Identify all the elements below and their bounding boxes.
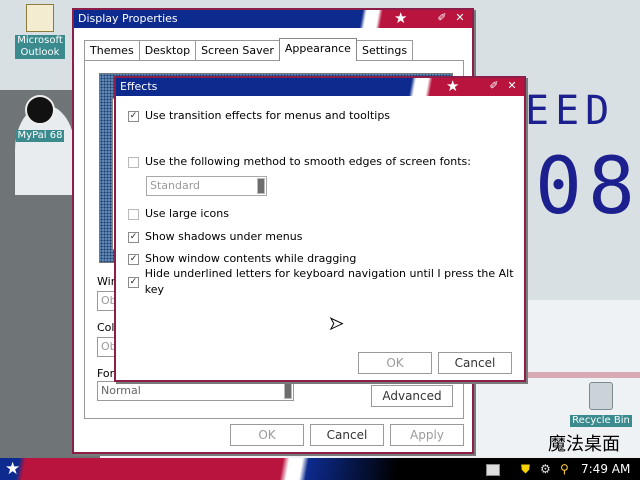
option-large-icons[interactable]: Use large icons: [128, 206, 229, 222]
effects-titlebar[interactable]: Effects ★ ✐ ✕: [116, 77, 524, 96]
apply-button[interactable]: Apply: [390, 424, 464, 446]
close-icon[interactable]: ✕: [506, 80, 518, 92]
taskbar-clock[interactable]: 7:49 AM: [581, 461, 630, 477]
option-label: Use the following method to smooth edges…: [145, 155, 471, 168]
display-properties-titlebar[interactable]: Display Properties ★ ✐ ✕: [74, 9, 472, 28]
option-hide-underlines[interactable]: ✓ Hide underlined letters for keyboard n…: [128, 267, 524, 296]
checkbox-drag-contents[interactable]: ✓: [128, 253, 139, 265]
cancel-button[interactable]: Cancel: [310, 424, 384, 446]
option-smooth-fonts[interactable]: Use the following method to smooth edges…: [128, 154, 471, 170]
dropdown-grip-icon[interactable]: [284, 383, 292, 399]
dropdown-grip-icon[interactable]: [257, 178, 265, 194]
help-button-icon[interactable]: ✐: [436, 12, 448, 24]
recycle-bin-label: Recycle Bin: [570, 415, 632, 427]
wallpaper-text-eed: EED: [525, 88, 616, 134]
start-star-icon[interactable]: ★: [5, 459, 20, 479]
ok-button[interactable]: OK: [230, 424, 304, 446]
search-icon[interactable]: ⚲: [560, 461, 569, 477]
network-icon[interactable]: ⚙: [540, 461, 551, 477]
star-icon: ★: [446, 77, 460, 95]
option-menu-shadows[interactable]: ✓ Show shadows under menus: [128, 229, 302, 245]
window-title: Display Properties: [78, 12, 178, 25]
tab-screen-saver[interactable]: Screen Saver: [195, 40, 280, 61]
advanced-button[interactable]: Advanced: [371, 385, 453, 407]
outlook-label-line1: Microsoft: [17, 35, 63, 46]
taskbar: ★ ⛊ ⚙ ⚲ 7:49 AM: [0, 458, 640, 480]
desktop-icon-outlook[interactable]: Microsoft Outlook: [10, 4, 70, 59]
outlook-label-line2: Outlook: [20, 47, 60, 58]
smoothing-method-value: Standard: [150, 179, 201, 192]
wallpaper-text-year: 08: [535, 142, 640, 232]
tab-themes[interactable]: Themes: [84, 40, 140, 61]
desktop-icon-recycle-bin[interactable]: Recycle Bin: [570, 382, 632, 427]
option-label: Use large icons: [145, 207, 229, 220]
option-label: Show shadows under menus: [145, 230, 303, 243]
option-label: Show window contents while dragging: [145, 252, 357, 265]
smoothing-method-select[interactable]: Standard: [146, 176, 267, 196]
option-transition-effects[interactable]: ✓ Use transition effects for menus and t…: [128, 108, 390, 124]
dialog-title: Effects: [120, 80, 158, 93]
desktop-icon-mypal[interactable]: MyPal 68: [10, 95, 70, 142]
wallpaper-logo: 魔法桌面: [548, 434, 620, 455]
star-icon: ★: [394, 9, 408, 27]
tab-desktop[interactable]: Desktop: [138, 40, 197, 61]
keyboard-icon[interactable]: [486, 464, 500, 476]
font-size-value: Normal: [101, 384, 141, 397]
option-label: Use transition effects for menus and too…: [145, 109, 391, 122]
outlook-label: Microsoft Outlook: [15, 35, 65, 59]
tab-bar: Themes Desktop Screen Saver Appearance S…: [84, 38, 414, 61]
shield-icon[interactable]: ⛊: [521, 461, 530, 477]
tab-appearance[interactable]: Appearance: [278, 38, 357, 61]
mouse-pointer-icon: ➤: [328, 314, 344, 334]
effects-ok-button[interactable]: OK: [358, 352, 432, 374]
outlook-icon: [26, 4, 54, 32]
checkbox-hide-underlines[interactable]: ✓: [128, 276, 139, 288]
font-size-select[interactable]: Normal: [97, 381, 294, 401]
recycle-bin-icon: [589, 382, 613, 410]
help-button-icon[interactable]: ✐: [488, 80, 500, 92]
checkbox-large-icons[interactable]: [128, 208, 139, 220]
mypal-label: MyPal 68: [15, 130, 65, 142]
effects-dialog: Effects ★ ✐ ✕ ✓ Use transition effects f…: [114, 76, 526, 382]
mypal-browser-icon: [25, 95, 55, 125]
effects-cancel-button[interactable]: Cancel: [438, 352, 512, 374]
tab-settings[interactable]: Settings: [355, 40, 414, 61]
option-label: Hide underlined letters for keyboard nav…: [144, 267, 514, 296]
checkbox-menu-shadows[interactable]: ✓: [128, 231, 139, 243]
checkbox-transition-effects[interactable]: ✓: [128, 110, 139, 122]
option-drag-contents[interactable]: ✓ Show window contents while dragging: [128, 251, 356, 267]
close-icon[interactable]: ✕: [454, 12, 466, 24]
checkbox-smooth-fonts[interactable]: [128, 156, 139, 168]
